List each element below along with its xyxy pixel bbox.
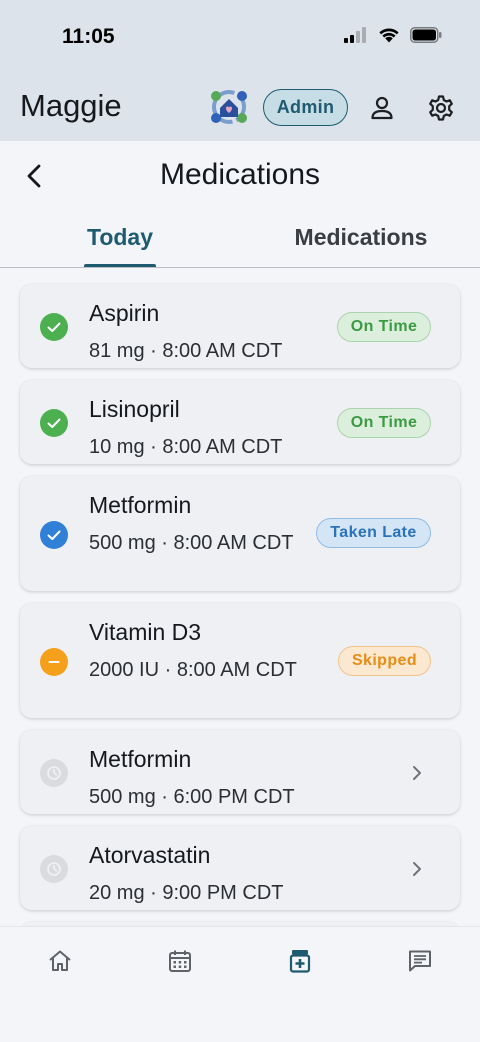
medication-name: Atorvastatin bbox=[89, 842, 211, 868]
bottom-navigation bbox=[0, 926, 480, 1042]
dose-card-metformin-morning[interactable]: Metformin 500 mg · 8:00 AM CDT Taken Lat… bbox=[20, 476, 460, 591]
check-circle-icon bbox=[40, 313, 68, 341]
medication-dose-time: 2000 IU · 8:00 AM CDT bbox=[89, 659, 297, 681]
dose-list[interactable]: Aspirin 81 mg · 8:00 AM CDT On Time Lisi… bbox=[0, 268, 480, 926]
page-title: Medications bbox=[159, 158, 321, 191]
minus-circle-icon bbox=[40, 648, 68, 676]
dose-card-vitamin-d3[interactable]: Vitamin D3 2000 IU · 8:00 AM CDT Skipped bbox=[20, 603, 460, 718]
medication-name: Metformin bbox=[89, 746, 192, 772]
profile-icon[interactable] bbox=[369, 95, 395, 121]
status-badge: Skipped bbox=[338, 646, 431, 676]
clock-icon bbox=[40, 759, 68, 787]
status-icons bbox=[344, 26, 442, 43]
top-app-bar: 11:05 Maggie Admin bbox=[0, 0, 480, 141]
check-circle-icon bbox=[40, 409, 68, 437]
message-icon[interactable] bbox=[407, 948, 433, 974]
medication-dose-time: 500 mg · 8:00 AM CDT bbox=[89, 532, 294, 554]
tab-medications[interactable]: Medications bbox=[268, 224, 454, 251]
medication-dose-time: 20 mg · 9:00 PM CDT bbox=[89, 882, 284, 904]
medication-name: Aspirin bbox=[89, 300, 160, 326]
status-badge: On Time bbox=[337, 408, 431, 438]
battery-icon bbox=[410, 26, 442, 43]
status-badge: On Time bbox=[337, 312, 431, 342]
check-circle-icon bbox=[40, 521, 68, 549]
medication-icon[interactable] bbox=[287, 948, 313, 974]
wifi-icon bbox=[379, 28, 399, 43]
medication-name: Lisinopril bbox=[89, 396, 180, 422]
medication-name: Metformin bbox=[89, 492, 192, 518]
calendar-icon[interactable] bbox=[167, 948, 193, 974]
gear-icon[interactable] bbox=[427, 94, 455, 122]
status-time: 11:05 bbox=[62, 25, 115, 48]
status-badge: Taken Late bbox=[316, 518, 431, 548]
cellular-signal-icon bbox=[344, 26, 366, 43]
app-title: Maggie bbox=[20, 88, 122, 123]
dose-card-aspirin[interactable]: Aspirin 81 mg · 8:00 AM CDT On Time bbox=[20, 284, 460, 368]
clock-icon bbox=[40, 855, 68, 883]
app-logo-icon bbox=[211, 90, 247, 124]
role-badge[interactable]: Admin bbox=[263, 89, 348, 126]
dose-card-lisinopril[interactable]: Lisinopril 10 mg · 8:00 AM CDT On Time bbox=[20, 380, 460, 464]
dose-card-metformin-evening[interactable]: Metformin 500 mg · 6:00 PM CDT bbox=[20, 730, 460, 814]
chevron-right-icon bbox=[413, 862, 421, 876]
tab-today[interactable]: Today bbox=[62, 224, 178, 251]
medication-name: Vitamin D3 bbox=[89, 619, 202, 645]
dose-card-atorvastatin[interactable]: Atorvastatin 20 mg · 9:00 PM CDT bbox=[20, 826, 460, 910]
chevron-right-icon bbox=[413, 766, 421, 780]
home-icon[interactable] bbox=[47, 948, 73, 974]
medication-dose-time: 500 mg · 6:00 PM CDT bbox=[89, 786, 295, 808]
